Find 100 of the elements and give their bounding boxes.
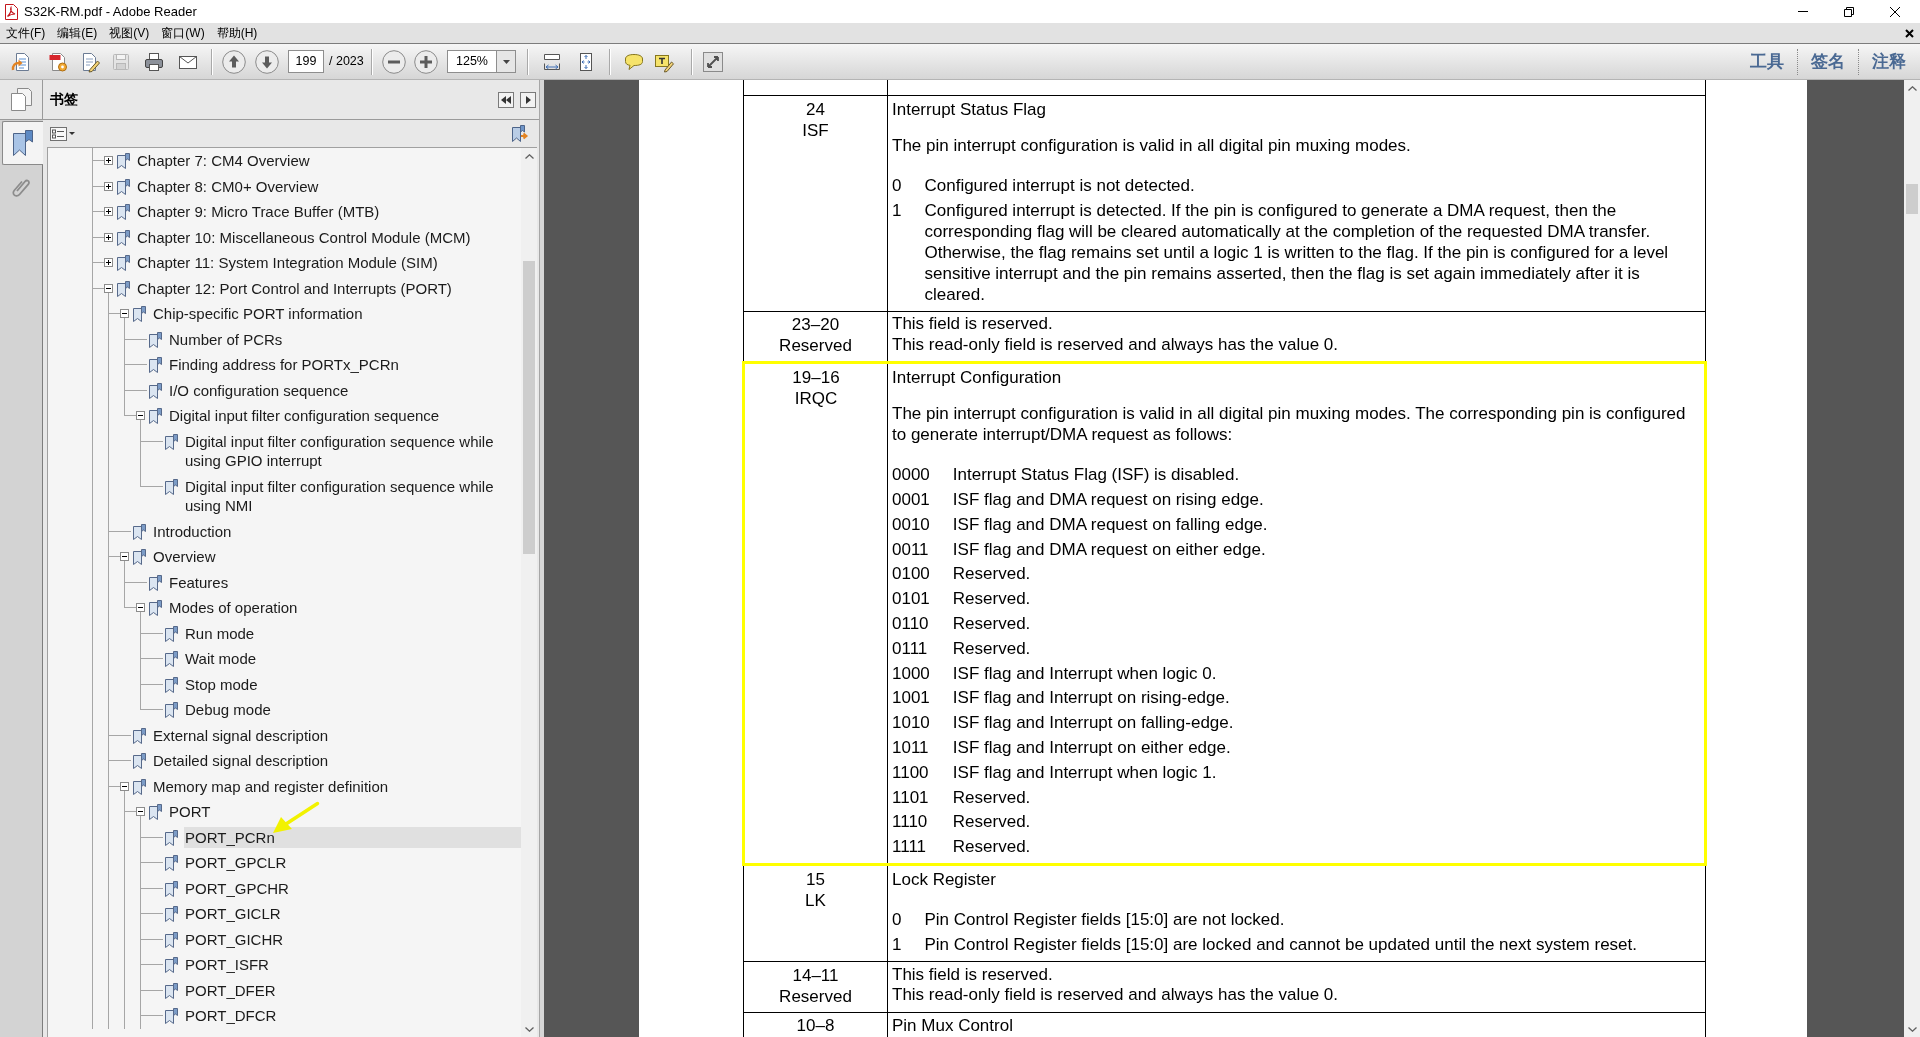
bookmark-item[interactable]: Introduction [152,520,521,542]
expand-panel-button[interactable] [520,91,536,108]
bookmark-item[interactable]: Chapter 11: System Integration Module (SIM) [136,252,521,274]
bookmark-item[interactable]: Features [168,571,521,593]
bookmark-item[interactable]: PORT_PCRn [184,826,521,848]
pane-button[interactable]: 工具 [1737,44,1797,79]
chevron-up-icon[interactable] [524,153,534,159]
bookmark-icon [149,331,162,348]
value-code: 1111 [892,836,928,858]
arrow-icon [272,800,320,835]
chevron-down-icon[interactable] [524,1026,534,1032]
minus-icon[interactable] [382,49,406,74]
bookmark-item[interactable]: Finding address for PORTx_PCRn [168,354,521,376]
bookmark-item[interactable]: Wait mode [184,648,521,670]
bookmark-item[interactable]: Chip-specific PORT information [152,303,521,325]
bookmark-icon [133,727,146,744]
bookmark-item[interactable]: Overview [152,546,521,568]
value-description: ISF flag and DMA request on falling edge. [952,513,1269,535]
bookmark-icon [117,153,130,169]
restore-icon[interactable] [1844,6,1854,17]
bookmark-item[interactable]: I/O configuration sequence [168,379,521,401]
double-triangle-left-icon[interactable] [501,95,511,104]
zoom-dropdown-button[interactable] [497,50,516,73]
scrollbar-track[interactable] [521,148,537,1037]
minus-box-icon[interactable] [120,309,129,318]
page-number-field[interactable]: 199 [288,50,324,73]
plus-box-icon[interactable] [104,181,113,191]
zoom-field[interactable]: 125% [447,50,497,73]
arrow-down-icon[interactable] [255,49,279,74]
bookmark-icon[interactable] [13,130,33,156]
bookmark-item[interactable]: Memory map and register definition [152,775,521,797]
bookmark-item[interactable]: Stop mode [184,673,521,695]
caret-icon[interactable] [502,59,510,64]
plus-box-icon[interactable] [104,232,113,242]
bookmark-item[interactable]: PORT [168,801,521,823]
bookmark-item[interactable]: Chapter 9: Micro Trace Buffer (MTB) [136,201,521,223]
minus-box-icon[interactable] [120,781,129,791]
value-description: Reserved. [952,786,1032,808]
bookmark-item[interactable]: Number of PCRs [168,328,521,350]
plus-icon[interactable] [414,49,438,74]
bookmark-item[interactable]: Chapter 12: Port Control and Interrupts (PORT) [136,277,521,299]
minus-box-icon[interactable] [120,552,129,561]
list-icon[interactable] [50,126,67,141]
bookmark-item[interactable]: Digital input filter configuration sequence while using NMI [184,475,521,517]
bookmark-item[interactable]: Chapter 7: CM4 Overview [136,150,521,172]
bookmark-item[interactable]: PORT_GICLR [184,903,521,925]
menu-item[interactable]: 文件(F) [0,23,52,43]
bookmark-item[interactable]: Run mode [184,622,521,644]
plus-box-icon[interactable] [104,258,113,267]
bookmark-icon [149,357,162,373]
menu-item[interactable]: 帮助(H) [210,23,264,43]
plus-box-icon[interactable] [104,207,113,216]
bookmark-item[interactable]: Detailed signal description [152,750,521,772]
menu-item[interactable]: 视图(V) [103,23,156,43]
reserved-note: This read-only field is reserved and always has the value 0. [892,334,1339,356]
bookmark-item[interactable]: PORT_GICHR [184,928,521,950]
scrollbar-thumb[interactable] [523,261,535,554]
value-code: 0010 [892,513,930,535]
minus-box-icon[interactable] [136,807,145,816]
bookmark-item[interactable]: Digital input filter configuration sequence while using GPIO interrupt [184,430,521,472]
bookmark-item[interactable]: Chapter 8: CM0+ Overview [136,175,521,197]
bookmark-item[interactable]: Debug mode [184,699,521,721]
bookmark-icon [165,478,178,495]
menu-item[interactable]: 编辑(E) [51,23,104,43]
minus-box-icon[interactable] [136,603,145,612]
bookmark-arrow-icon[interactable] [512,125,530,142]
caret-icon[interactable] [69,132,75,135]
bookmark-item[interactable]: Digital input filter configuration sequence [168,405,521,427]
value-description: Configured interrupt is not detected. [924,175,1196,196]
plus-box-icon[interactable] [104,156,113,165]
pane-button[interactable]: 注释 [1859,44,1919,79]
collapse-panel-button[interactable] [498,91,514,108]
chevron-down-icon[interactable] [1907,1026,1917,1032]
bookmark-item[interactable]: PORT_GPCHR [184,877,521,899]
minus-box-icon[interactable] [136,411,145,420]
value-description: Reserved. [952,811,1032,833]
pane-button[interactable]: 签名 [1798,44,1858,79]
bookmark-item[interactable]: PORT_DFER [184,979,521,1001]
bookmark-icon [165,880,178,897]
bookmark-item[interactable]: Modes of operation [168,597,521,619]
bookmark-icon [165,957,178,973]
bookmark-item[interactable]: PORT_GPCLR [184,852,521,874]
bookmark-item[interactable]: PORT_DFCR [184,1005,521,1027]
bookmark-item[interactable]: External signal description [152,724,521,746]
menu-item[interactable]: 窗口(W) [155,23,211,43]
triangle-right-icon[interactable] [525,95,531,104]
minus-box-icon[interactable] [104,283,113,293]
chevron-up-icon[interactable] [1907,85,1917,91]
arrow-up-icon[interactable] [222,49,246,74]
scrollbar-thumb[interactable] [1906,184,1918,214]
bookmark-item[interactable]: PORT_ISFR [184,954,521,976]
scrollbar-track[interactable] [1904,80,1920,1037]
bookmark-icon [149,600,162,616]
close-icon[interactable] [1904,28,1914,38]
bookmark-item[interactable]: Chapter 10: Miscellaneous Control Module (MCM) [136,226,521,248]
reserved-note: This read-only field is reserved and always has the value 0. [892,985,1339,1006]
options-button[interactable] [50,126,75,141]
side-tab[interactable] [2,121,43,165]
bookmark-icon [165,625,178,642]
close-icon[interactable] [1890,6,1900,17]
